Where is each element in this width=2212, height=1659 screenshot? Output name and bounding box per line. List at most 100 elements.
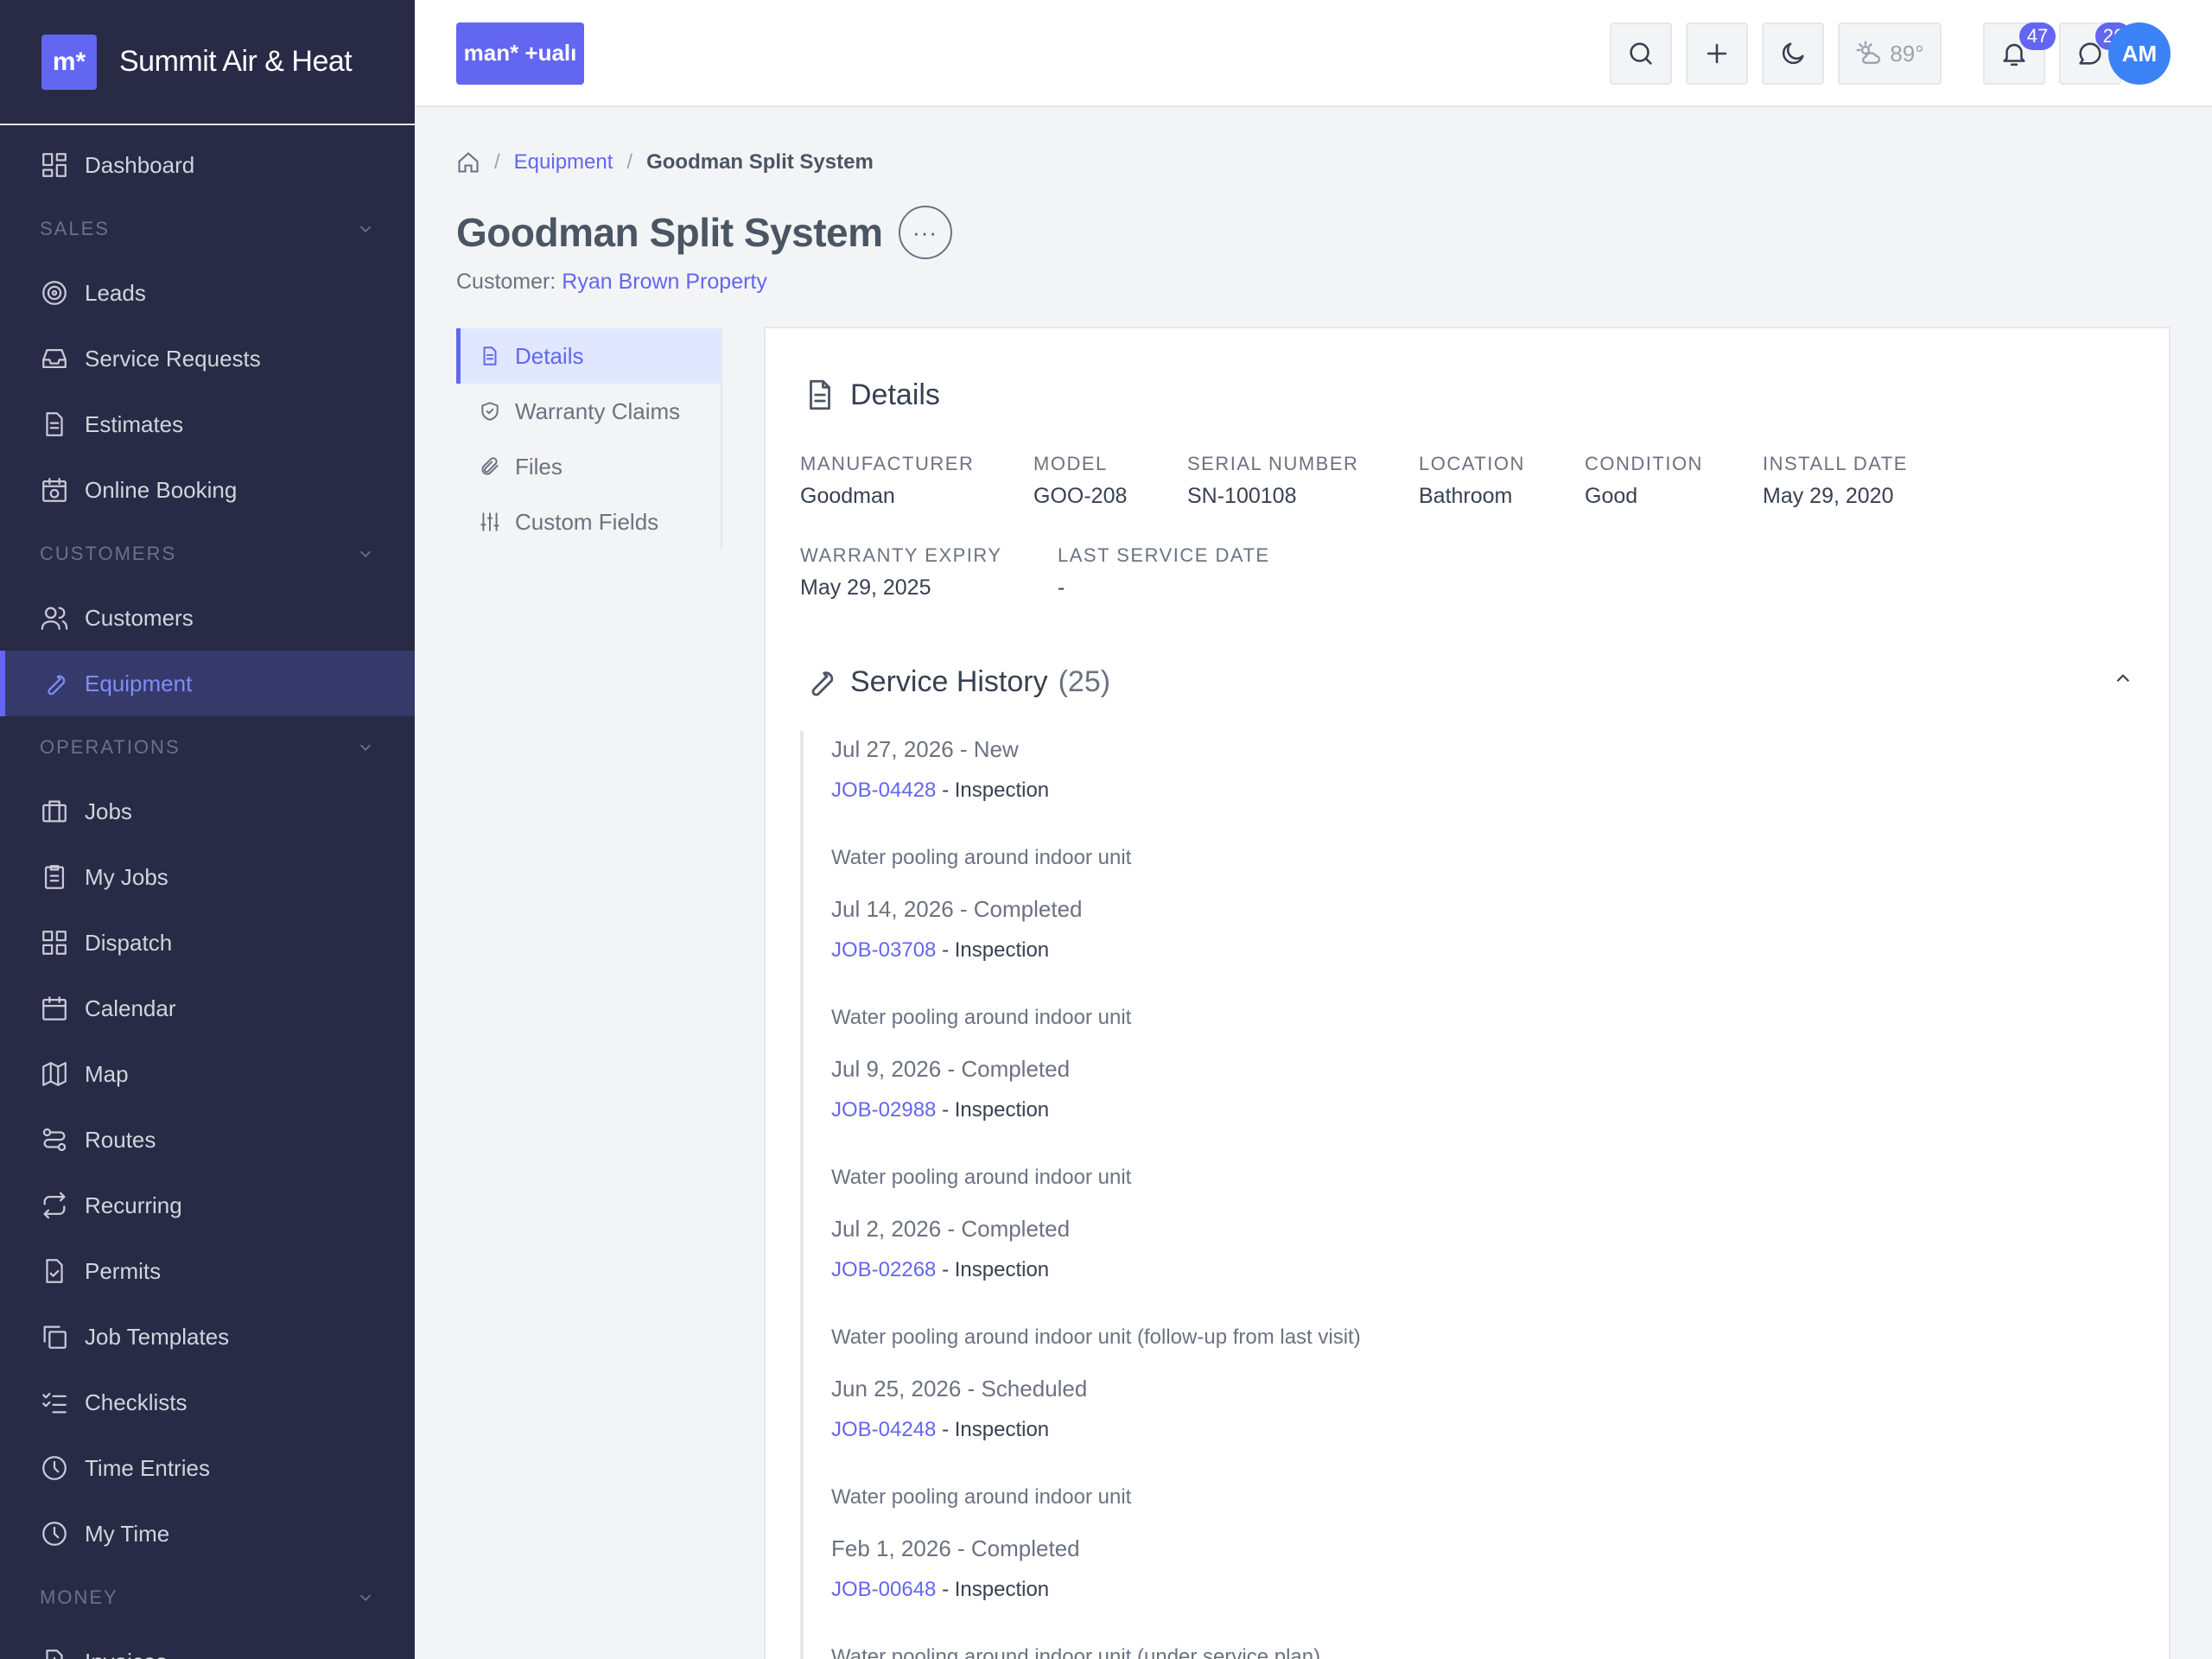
sidebar-item-label: Routes xyxy=(85,1126,156,1153)
sidebar-item-invoices[interactable]: Invoices xyxy=(0,1629,415,1659)
tab-custom-fields[interactable]: Custom Fields xyxy=(456,494,721,550)
notifications-badge: 47 xyxy=(2019,22,2056,50)
sidebar-item-map[interactable]: Map xyxy=(0,1041,415,1107)
entry-note: Water pooling around indoor unit xyxy=(831,1166,1132,1189)
tab-details[interactable]: Details xyxy=(456,328,721,384)
customer-label: Customer: xyxy=(456,270,556,294)
sidebar-item-estimates[interactable]: Estimates xyxy=(0,391,415,457)
sidebar-item-label: Customers xyxy=(85,604,194,631)
brand[interactable]: m* Summit Air & Heat xyxy=(0,0,415,125)
tab-warranty-claims[interactable]: Warranty Claims xyxy=(456,384,721,439)
entry-date-line: Jul 27, 2026 - New xyxy=(831,736,1019,762)
more-actions-button[interactable]: ··· xyxy=(898,206,952,259)
sidebar-item-jobs[interactable]: Jobs xyxy=(0,779,415,844)
search-button[interactable] xyxy=(1610,22,1672,85)
field-value: SN-100108 xyxy=(1187,484,1297,508)
clipboard-icon xyxy=(44,865,65,889)
field-label: LAST SERVICE DATE xyxy=(1058,544,1270,566)
sidebar-item-routes[interactable]: Routes xyxy=(0,1107,415,1173)
moon-icon xyxy=(1782,42,1804,65)
inbox-icon xyxy=(42,348,67,369)
breadcrumb-equipment-link[interactable]: Equipment xyxy=(514,150,613,175)
list-item: Jul 2, 2026 - Completed JOB-02268 - Insp… xyxy=(831,1211,2096,1370)
sidebar-item-service-requests[interactable]: Service Requests xyxy=(0,326,415,391)
dark-mode-toggle[interactable] xyxy=(1762,22,1824,85)
sidebar-item-online-booking[interactable]: Online Booking xyxy=(0,457,415,523)
details-title: Details xyxy=(850,378,940,411)
field-label: INSTALL DATE xyxy=(1763,453,1908,474)
document-icon xyxy=(483,346,497,365)
wrench-icon xyxy=(48,675,66,696)
entry-note: Water pooling around indoor unit (under … xyxy=(831,1645,1321,1659)
entry-date-line: Jun 25, 2026 - Scheduled xyxy=(831,1376,1088,1402)
section-title: OPERATIONS xyxy=(40,736,181,758)
weather-widget[interactable]: 89° xyxy=(1838,22,1942,85)
list-item: Jul 27, 2026 - New JOB-04428 - Inspectio… xyxy=(831,731,2096,891)
field-last-service-date: LAST SERVICE DATE - xyxy=(1058,544,1270,601)
notifications-button[interactable]: 47 xyxy=(1983,22,2056,85)
field-value: - xyxy=(1058,575,1065,600)
entry-date: Jul 14, 2026 xyxy=(831,896,954,922)
sidebar-item-equipment[interactable]: Equipment xyxy=(0,651,415,716)
customer-link[interactable]: Ryan Brown Property xyxy=(562,270,767,294)
sidebar-item-time-entries[interactable]: Time Entries xyxy=(0,1435,415,1501)
list-item: Feb 1, 2026 - Completed JOB-00648 - Insp… xyxy=(831,1530,2096,1659)
chevron-down-icon xyxy=(359,1594,372,1602)
sidebar-item-label: Job Templates xyxy=(85,1323,230,1350)
sidebar-item-label: Service Requests xyxy=(85,345,261,372)
plus-icon xyxy=(1707,43,1727,64)
sidebar-item-label: Calendar xyxy=(85,995,176,1021)
dashboard-icon xyxy=(42,153,67,177)
brand-logo: m* xyxy=(41,34,97,90)
sidebar-item-calendar[interactable]: Calendar xyxy=(0,976,415,1041)
tab-files[interactable]: Files xyxy=(456,439,721,494)
job-link[interactable]: JOB-02268 xyxy=(831,1258,936,1281)
tab-label: Custom Fields xyxy=(515,508,659,535)
app-logo-button[interactable]: man* +ualı xyxy=(456,22,584,85)
sidebar-item-label: My Jobs xyxy=(85,863,168,890)
sidebar-item-label: Invoices xyxy=(85,1649,167,1659)
field-serial-number: SERIAL NUMBER SN-100108 xyxy=(1187,453,1358,509)
breadcrumb-separator: / xyxy=(494,150,500,174)
sidebar-item-job-templates[interactable]: Job Templates xyxy=(0,1304,415,1370)
sidebar-item-my-time[interactable]: My Time xyxy=(0,1501,415,1567)
add-button[interactable] xyxy=(1686,22,1748,85)
users-icon xyxy=(41,607,68,630)
collapse-button[interactable] xyxy=(2112,667,2134,694)
tab-label: Warranty Claims xyxy=(515,397,681,424)
sidebar-item-label: Dashboard xyxy=(85,151,195,178)
section-money[interactable]: MONEY xyxy=(0,1567,415,1629)
sidebar-item-dispatch[interactable]: Dispatch xyxy=(0,910,415,976)
section-sales[interactable]: SALES xyxy=(0,198,415,260)
field-label: LOCATION xyxy=(1419,453,1525,474)
entry-note: Water pooling around indoor unit xyxy=(831,846,1132,869)
job-link[interactable]: JOB-04428 xyxy=(831,779,936,802)
list-item: Jun 25, 2026 - Scheduled JOB-04248 - Ins… xyxy=(831,1370,2096,1530)
home-icon[interactable] xyxy=(456,150,480,175)
entry-status: Scheduled xyxy=(981,1376,1088,1402)
entry-date: Jul 27, 2026 xyxy=(831,736,954,762)
sidebar-item-customers[interactable]: Customers xyxy=(0,585,415,651)
job-link[interactable]: JOB-03708 xyxy=(831,938,936,962)
sidebar-item-checklists[interactable]: Checklists xyxy=(0,1370,415,1435)
avatar[interactable]: AM xyxy=(2108,22,2171,85)
sidebar-item-label: Estimates xyxy=(85,410,184,437)
section-customers[interactable]: CUSTOMERS xyxy=(0,523,415,585)
job-link[interactable]: JOB-04248 xyxy=(831,1418,936,1441)
sidebar-item-leads[interactable]: Leads xyxy=(0,260,415,326)
sidebar-item-my-jobs[interactable]: My Jobs xyxy=(0,844,415,910)
partly-cloudy-icon xyxy=(1856,41,1881,64)
sidebar-item-label: Recurring xyxy=(85,1192,182,1218)
sidebar-item-permits[interactable]: Permits xyxy=(0,1238,415,1304)
job-link[interactable]: JOB-02988 xyxy=(831,1098,936,1122)
copy-icon xyxy=(43,1325,67,1349)
section-operations[interactable]: OPERATIONS xyxy=(0,716,415,779)
clock-icon xyxy=(42,1522,67,1546)
field-condition: CONDITION Good xyxy=(1585,453,1703,509)
chevron-down-icon xyxy=(359,226,372,233)
entry-job-line: JOB-04248 - Inspection xyxy=(831,1418,1050,1441)
job-link[interactable]: JOB-00648 xyxy=(831,1578,936,1601)
service-history-header[interactable]: Service History (25) xyxy=(802,664,1110,700)
sidebar-item-dashboard[interactable]: Dashboard xyxy=(0,132,415,198)
sidebar-item-recurring[interactable]: Recurring xyxy=(0,1173,415,1238)
